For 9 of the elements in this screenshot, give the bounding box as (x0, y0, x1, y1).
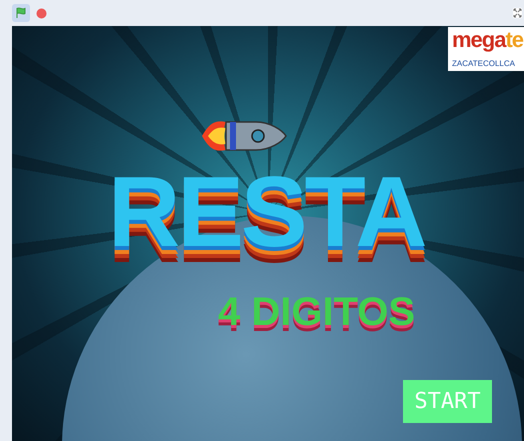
logo-brand: megate (452, 29, 524, 51)
run-button[interactable] (12, 4, 30, 22)
flag-icon[interactable] (15, 7, 27, 19)
game-title: RESTA (108, 162, 424, 262)
start-button[interactable]: START (403, 380, 492, 423)
logo-caption: ZACATECOLLCA (452, 59, 515, 68)
stop-icon[interactable] (36, 8, 47, 18)
game-subtitle: 4 DIGITOS (218, 292, 416, 332)
fullscreen-icon[interactable] (513, 8, 522, 18)
